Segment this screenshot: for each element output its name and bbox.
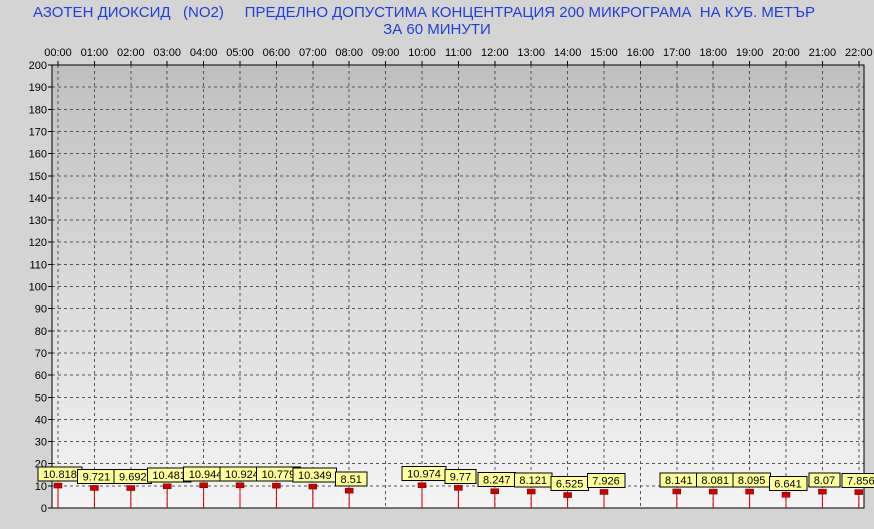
- x-tick-label: 06:00: [263, 47, 291, 59]
- x-tick-label: 18:00: [699, 47, 727, 59]
- x-tick-label: 05:00: [226, 47, 254, 59]
- x-tick-label: 13:00: [517, 47, 545, 59]
- y-tick-label: 60: [35, 370, 47, 382]
- data-label: 7.856: [847, 476, 874, 488]
- data-label: 10.974: [407, 469, 441, 481]
- x-tick-label: 07:00: [299, 47, 327, 59]
- x-tick-label: 16:00: [627, 47, 655, 59]
- data-label: 6.641: [774, 478, 802, 490]
- x-tick-label: 00:00: [44, 47, 72, 59]
- data-label: 10.944: [189, 469, 223, 481]
- bar: [199, 482, 208, 489]
- bar: [344, 487, 354, 494]
- data-label: 9.721: [83, 471, 111, 483]
- bar: [672, 488, 682, 495]
- bar: [526, 488, 536, 495]
- y-tick-label: 190: [29, 82, 47, 94]
- data-label: 8.247: [483, 475, 511, 487]
- bar: [126, 485, 136, 491]
- y-tick-label: 180: [29, 104, 47, 116]
- y-tick-label: 130: [29, 215, 47, 227]
- data-label: 7.926: [592, 475, 620, 487]
- y-tick-label: 50: [35, 392, 47, 404]
- x-tick-label: 22:00: [845, 47, 873, 59]
- y-tick-label: 200: [29, 60, 47, 72]
- data-label: 10.818: [43, 469, 77, 481]
- x-tick-label: 08:00: [335, 47, 363, 59]
- bar: [162, 483, 172, 490]
- bar: [745, 488, 754, 495]
- data-label: 6.525: [556, 479, 584, 491]
- y-tick-label: 120: [29, 237, 47, 249]
- data-label: 10.481: [152, 470, 186, 482]
- y-tick-label: 160: [29, 149, 47, 161]
- data-label: 10.349: [298, 470, 332, 482]
- x-tick-label: 10:00: [408, 47, 436, 59]
- y-tick-label: 150: [29, 171, 47, 183]
- bar: [563, 492, 572, 498]
- x-tick-label: 02:00: [117, 47, 145, 59]
- x-tick-label: 19:00: [736, 47, 764, 59]
- x-tick-label: 11:00: [445, 47, 472, 59]
- x-tick-label: 14:00: [554, 47, 582, 59]
- y-tick-label: 100: [29, 282, 47, 294]
- x-tick-label: 15:00: [590, 47, 618, 59]
- y-tick-label: 70: [35, 348, 47, 360]
- bar: [708, 488, 718, 495]
- data-label: 9.77: [450, 471, 471, 483]
- chart: 0102030405060708090100110120130140150160…: [29, 47, 874, 515]
- y-tick-label: 140: [29, 193, 47, 205]
- data-label: 8.095: [738, 475, 766, 487]
- x-tick-label: 01:00: [81, 47, 109, 59]
- data-label: 10.779: [262, 469, 296, 481]
- bar: [417, 482, 427, 488]
- y-tick-label: 0: [41, 503, 47, 515]
- y-tick-label: 40: [35, 414, 47, 426]
- y-tick-label: 10: [35, 481, 47, 493]
- x-tick-label: 17:00: [663, 47, 691, 59]
- data-label: 9.692: [119, 472, 147, 484]
- x-tick-label: 04:00: [190, 47, 218, 59]
- data-label: 8.081: [701, 475, 729, 487]
- bar: [781, 492, 791, 498]
- x-tick-label: 12:00: [481, 47, 509, 59]
- data-label: 8.121: [519, 475, 547, 487]
- bar: [53, 482, 63, 489]
- data-label: 10.924: [225, 469, 259, 481]
- y-tick-label: 80: [35, 326, 47, 338]
- bar: [235, 482, 245, 489]
- y-tick-label: 90: [35, 304, 47, 316]
- x-tick-label: 09:00: [372, 47, 400, 59]
- data-label: 8.51: [340, 474, 361, 486]
- bar: [854, 489, 864, 495]
- y-tick-label: 110: [29, 259, 47, 271]
- bar: [599, 489, 609, 495]
- bar: [490, 488, 500, 494]
- x-tick-label: 20:00: [772, 47, 800, 59]
- y-tick-label: 30: [35, 437, 47, 449]
- bar: [90, 485, 99, 491]
- x-tick-label: 03:00: [153, 47, 181, 59]
- y-tick-label: 170: [29, 126, 47, 138]
- data-label: 8.141: [665, 475, 693, 487]
- x-tick-label: 21:00: [809, 47, 837, 59]
- bar: [818, 488, 827, 495]
- data-label: 8.07: [814, 475, 835, 487]
- bar: [454, 485, 463, 491]
- bar: [272, 482, 281, 489]
- bar: [308, 483, 318, 490]
